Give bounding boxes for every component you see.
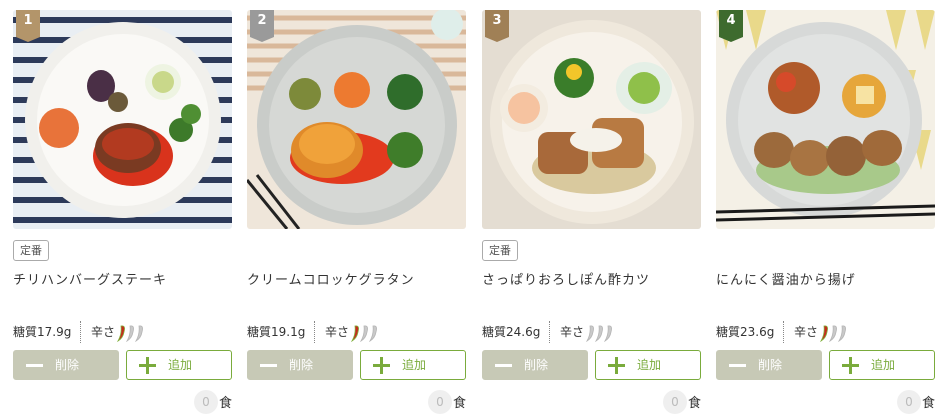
add-button[interactable]: 追加 (360, 350, 466, 380)
product-name[interactable]: クリームコロッケグラタン (247, 269, 466, 288)
chili-pepper-icon (134, 325, 143, 342)
product-meta: 糖質17.9g 辛さ (13, 321, 232, 343)
chili-pepper-icon (125, 325, 134, 342)
minus-icon (729, 364, 746, 367)
spicy-label: 辛さ (794, 325, 819, 339)
delete-button[interactable]: 削除 (482, 350, 588, 380)
spicy-label: 辛さ (91, 325, 116, 339)
spicy-label: 辛さ (325, 325, 350, 339)
quantity-counter: 0 (663, 390, 687, 414)
product-meta: 糖質23.6g 辛さ (716, 321, 935, 343)
add-button[interactable]: 追加 (595, 350, 701, 380)
quantity-counter: 0 (428, 390, 452, 414)
spicy-meter (820, 325, 846, 342)
spicy-meter (351, 325, 377, 342)
chili-pepper-icon (117, 325, 125, 342)
product-name[interactable]: さっぱりおろしぽん酢カツ (482, 269, 701, 288)
product-card: 3 定番 さっぱりおろしぽん酢カツ 糖質24.6g 辛さ 削除 追加 0 食 (482, 10, 701, 415)
rank-badge: 1 (16, 10, 40, 42)
add-label: 追加 (402, 358, 427, 372)
delete-label: 削除 (289, 358, 314, 372)
product-photo[interactable]: 4 (716, 10, 935, 229)
product-card: 1 定番 チリハンバーグステーキ 糖質17.9g 辛さ 削除 追加 0 食 (13, 10, 232, 415)
plus-icon (842, 357, 859, 374)
product-name[interactable]: にんにく醤油から揚げ (716, 269, 935, 288)
delete-button[interactable]: 削除 (247, 350, 353, 380)
divider (80, 321, 81, 343)
chili-pepper-icon (359, 325, 368, 342)
carb-amount: 糖質19.1g (247, 325, 306, 339)
chili-pepper-icon (837, 325, 846, 342)
plus-icon (608, 357, 625, 374)
rank-badge: 4 (719, 10, 743, 42)
chili-pepper-icon (828, 325, 837, 342)
carb-amount: 糖質24.6g (482, 325, 541, 339)
add-label: 追加 (871, 358, 896, 372)
divider (314, 321, 315, 343)
delete-button[interactable]: 削除 (716, 350, 822, 380)
rank-badge: 2 (250, 10, 274, 42)
quantity-counter: 0 (194, 390, 218, 414)
product-card: 4 にんにく醤油から揚げ 糖質23.6g 辛さ 削除 追加 0 食 (716, 10, 935, 415)
product-photo[interactable]: 1 (13, 10, 232, 229)
chili-pepper-icon (603, 325, 612, 342)
product-card: 2 クリームコロッケグラタン 糖質19.1g 辛さ 削除 追加 0 食 (247, 10, 466, 415)
chili-pepper-icon (820, 325, 828, 342)
quantity-unit: 食 (687, 396, 701, 411)
chili-pepper-icon (594, 325, 603, 342)
delete-label: 削除 (524, 358, 549, 372)
spicy-meter (117, 325, 143, 342)
quantity-unit: 食 (452, 396, 466, 411)
add-button[interactable]: 追加 (126, 350, 232, 380)
minus-icon (495, 364, 512, 367)
divider (549, 321, 550, 343)
product-name[interactable]: チリハンバーグステーキ (13, 269, 232, 288)
chili-pepper-icon (351, 325, 359, 342)
product-meta: 糖質19.1g 辛さ (247, 321, 466, 343)
rank-badge: 3 (485, 10, 509, 42)
delete-label: 削除 (55, 358, 80, 372)
delete-label: 削除 (758, 358, 783, 372)
quantity-unit: 食 (218, 396, 232, 411)
add-label: 追加 (637, 358, 662, 372)
plus-icon (139, 357, 156, 374)
minus-icon (26, 364, 43, 367)
plus-icon (373, 357, 390, 374)
delete-button[interactable]: 削除 (13, 350, 119, 380)
standard-badge: 定番 (13, 240, 49, 261)
spicy-meter (586, 325, 612, 342)
divider (783, 321, 784, 343)
chili-pepper-icon (368, 325, 377, 342)
carb-amount: 糖質23.6g (716, 325, 775, 339)
quantity-counter: 0 (897, 390, 921, 414)
add-label: 追加 (168, 358, 193, 372)
product-meta: 糖質24.6g 辛さ (482, 321, 701, 343)
product-photo[interactable]: 2 (247, 10, 466, 229)
add-button[interactable]: 追加 (829, 350, 935, 380)
standard-badge: 定番 (482, 240, 518, 261)
carb-amount: 糖質17.9g (13, 325, 72, 339)
quantity-unit: 食 (921, 396, 935, 411)
product-photo[interactable]: 3 (482, 10, 701, 229)
minus-icon (260, 364, 277, 367)
chili-pepper-icon (586, 325, 594, 342)
spicy-label: 辛さ (560, 325, 585, 339)
